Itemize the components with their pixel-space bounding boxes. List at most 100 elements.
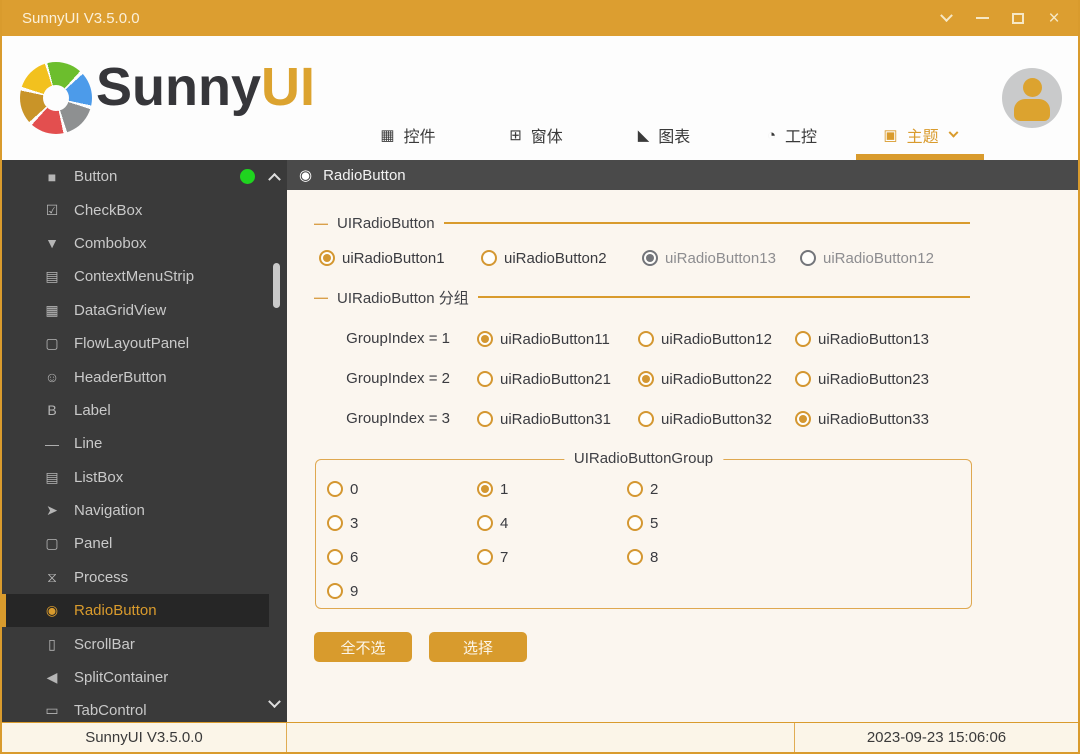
radio-label: 1 xyxy=(500,481,508,498)
radio-label: uiRadioButton13 xyxy=(665,250,776,267)
tab-industrial[interactable]: ◔工控 xyxy=(728,110,856,160)
sidebar-item-contextmenustrip[interactable]: ▤ ContextMenuStrip xyxy=(2,260,269,293)
radio-uiRadioButton32[interactable]: uiRadioButton32 xyxy=(638,409,772,429)
radio-uiRadioButton33[interactable]: uiRadioButton33 xyxy=(795,409,929,429)
radio-option-6[interactable]: 6 xyxy=(327,547,358,567)
radio-unchecked-icon xyxy=(327,515,343,531)
radio-label: 2 xyxy=(650,481,658,498)
radio-option-1[interactable]: 1 xyxy=(477,479,508,499)
radio-label: 5 xyxy=(650,515,658,532)
tab-label: 主题 xyxy=(907,123,939,147)
menu-icon: ▤ xyxy=(42,268,62,285)
radio-uiRadioButton13[interactable]: uiRadioButton13 xyxy=(795,329,929,349)
sidebar: ■Button☑CheckBox▼Combobox ▤ ContextMenuStr… xyxy=(2,160,287,722)
radio-unchecked-icon xyxy=(795,371,811,387)
green-status-dot xyxy=(240,169,255,184)
sidebar-item-label: Panel xyxy=(74,535,112,552)
radio-uiRadioButton31[interactable]: uiRadioButton31 xyxy=(477,409,611,429)
sidebar-item-label: Line xyxy=(74,435,102,452)
sidebar-item-splitcontainer[interactable]: ◀SplitContainer xyxy=(2,661,269,694)
select-button[interactable]: 选择 xyxy=(429,632,527,662)
radio-option-7[interactable]: 7 xyxy=(477,547,508,567)
sidebar-item-process[interactable]: ⧖Process xyxy=(2,561,269,594)
close-icon: × xyxy=(1048,9,1059,28)
radio-checked-icon xyxy=(638,371,654,387)
radio-label: uiRadioButton13 xyxy=(818,331,929,348)
radio-unchecked-icon xyxy=(327,583,343,599)
person-icon: ☺ xyxy=(42,369,62,385)
titlebar: SunnyUI V3.5.0.0 × xyxy=(2,0,1078,36)
radio-label: 9 xyxy=(350,583,358,600)
radio-uiRadioButton1[interactable]: uiRadioButton1 xyxy=(319,248,445,268)
radio-option-5[interactable]: 5 xyxy=(627,513,658,533)
minimize-button[interactable] xyxy=(968,5,996,31)
radio-label: 7 xyxy=(500,549,508,566)
radio-option-4[interactable]: 4 xyxy=(477,513,508,533)
tab-forms[interactable]: ⊞窗体 xyxy=(472,110,600,160)
tab-controls[interactable]: ▦控件 xyxy=(344,110,472,160)
radio-uiRadioButton2[interactable]: uiRadioButton2 xyxy=(481,248,607,268)
radio-uiRadioButton23[interactable]: uiRadioButton23 xyxy=(795,369,929,389)
radio-uiRadioButton22[interactable]: uiRadioButton22 xyxy=(638,369,772,389)
window-title: SunnyUI V3.5.0.0 xyxy=(22,10,140,27)
divider-line xyxy=(478,296,970,298)
maximize-button[interactable] xyxy=(1004,5,1032,31)
sidebar-item-listbox[interactable]: ▤ListBox xyxy=(2,461,269,494)
sidebar-item-combobox[interactable]: ▼Combobox xyxy=(2,227,269,260)
chevron-down-icon xyxy=(268,695,281,708)
chart-icon: ◣ xyxy=(638,126,650,144)
sidebar-item-button[interactable]: ■Button xyxy=(2,160,269,193)
tab-icon: ▭ xyxy=(42,702,62,719)
radio-label: uiRadioButton23 xyxy=(818,371,929,388)
sidebar-scroll-up-button[interactable] xyxy=(270,168,279,186)
radio-checked-icon xyxy=(795,411,811,427)
sidebar-scrollbar-thumb[interactable] xyxy=(273,263,280,308)
radio-option-9[interactable]: 9 xyxy=(327,581,358,601)
sidebar-item-scrollbar[interactable]: ▯ScrollBar xyxy=(2,627,269,660)
radio-option-8[interactable]: 8 xyxy=(627,547,658,567)
radio-unchecked-icon xyxy=(477,549,493,565)
radio-option-0[interactable]: 0 xyxy=(327,479,358,499)
titlebar-extend-button[interactable] xyxy=(932,5,960,31)
radio-label: 0 xyxy=(350,481,358,498)
sidebar-item-navigation[interactable]: ➤Navigation xyxy=(2,494,269,527)
radio-option-2[interactable]: 2 xyxy=(627,479,658,499)
sidebar-item-label: FlowLayoutPanel xyxy=(74,335,189,352)
chevron-down-icon xyxy=(940,9,953,22)
sidebar-item-label[interactable]: BLabel xyxy=(2,394,269,427)
radio-uiRadioButton12[interactable]: uiRadioButton12 xyxy=(638,329,772,349)
tab-label: 窗体 xyxy=(531,123,563,147)
chevron-down-icon xyxy=(948,127,958,137)
sidebar-item-headerbutton[interactable]: ☺HeaderButton xyxy=(2,360,269,393)
sidebar-item-checkbox[interactable]: ☑CheckBox xyxy=(2,193,269,226)
gauge-icon: ◔ xyxy=(767,127,776,144)
radio-uiRadioButton11[interactable]: uiRadioButton11 xyxy=(477,329,610,349)
phone-icon: ▯ xyxy=(42,636,62,653)
sidebar-scroll-down-button[interactable] xyxy=(270,696,279,714)
group-index-label: GroupIndex = 1 xyxy=(333,329,450,349)
avatar[interactable] xyxy=(1002,68,1062,128)
radio-option-3[interactable]: 3 xyxy=(327,513,358,533)
radio-unchecked-icon xyxy=(477,371,493,387)
app-window: SunnyUI V3.5.0.0 × SunnyUI ▦控件⊞窗体◣图表◔工控▣… xyxy=(0,0,1080,754)
radio-label: uiRadioButton21 xyxy=(500,371,611,388)
radio-icon: ◉ xyxy=(42,602,62,619)
uncheck-all-button[interactable]: 全不选 xyxy=(314,632,412,662)
close-button[interactable]: × xyxy=(1040,5,1068,31)
group1-title: UIRadioButton xyxy=(337,215,435,232)
checkbox-icon: ☑ xyxy=(42,202,62,219)
sidebar-item-flowlayoutpanel[interactable]: ▢FlowLayoutPanel xyxy=(2,327,269,360)
sidebar-item-line[interactable]: — Line xyxy=(2,427,269,460)
sidebar-item-radiobutton[interactable]: ◉RadioButton xyxy=(2,594,269,627)
radio-uiRadioButton21[interactable]: uiRadioButton21 xyxy=(477,369,611,389)
line-icon: — xyxy=(42,436,62,452)
sidebar-item-datagridview[interactable]: ▦DataGridView xyxy=(2,294,269,327)
sidebar-item-panel[interactable]: ▢Panel xyxy=(2,527,269,560)
radio-uiRadioButton12: uiRadioButton12 xyxy=(800,248,934,268)
tab-charts[interactable]: ◣图表 xyxy=(600,110,728,160)
logo-word-ui: UI xyxy=(261,57,315,117)
sidebar-item-label: ContextMenuStrip xyxy=(74,268,194,285)
header: SunnyUI ▦控件⊞窗体◣图表◔工控▣主题 xyxy=(2,36,1078,160)
tab-theme[interactable]: ▣主题 xyxy=(856,110,984,160)
combobox-icon: ▼ xyxy=(42,235,62,251)
